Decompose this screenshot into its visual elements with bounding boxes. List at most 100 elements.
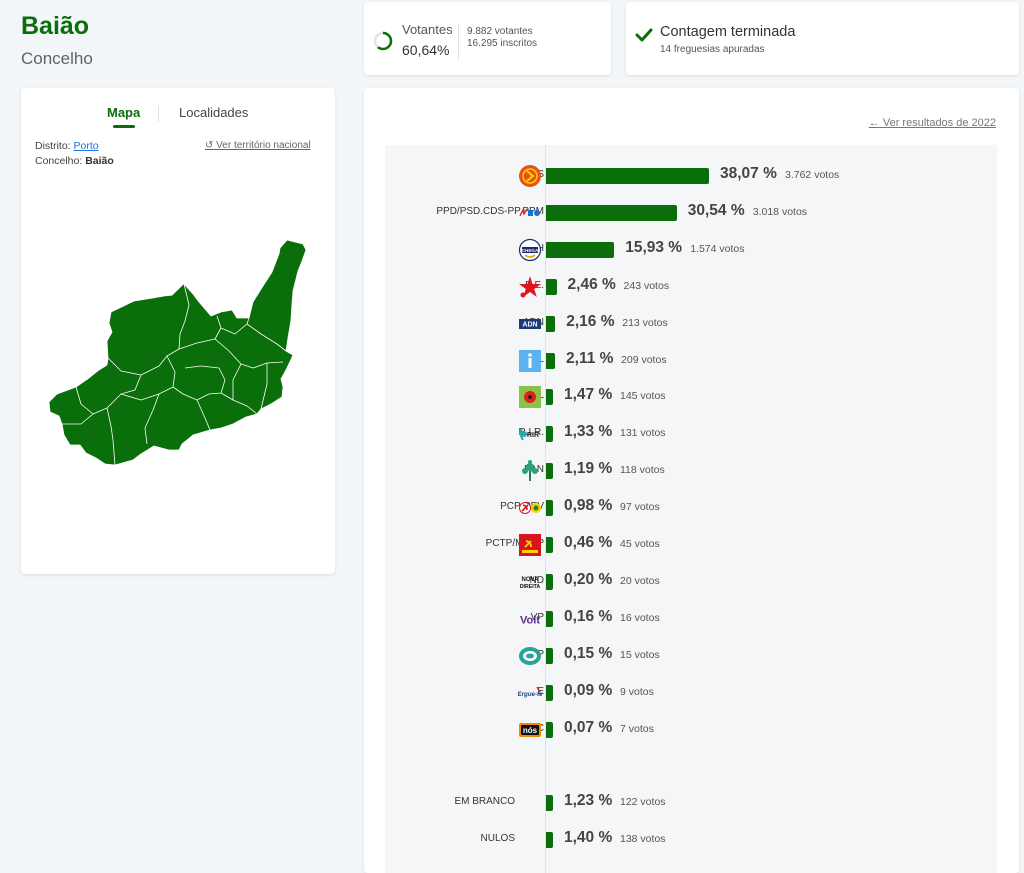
- cdu-icon: [518, 496, 542, 520]
- page-title: Baião: [21, 12, 90, 40]
- result-votes: 213 votos: [622, 316, 668, 329]
- result-bar: [546, 721, 553, 738]
- nc-icon: nós: [518, 718, 542, 742]
- result-percent: 0,20 %: [564, 570, 613, 588]
- result-percent: 1,23 %: [564, 792, 613, 809]
- result-bar: [546, 500, 553, 517]
- livre-icon: [518, 385, 542, 409]
- result-bar: [546, 278, 557, 295]
- result-percent: 38,07 %: [720, 165, 777, 182]
- turnout-voters: 9.882 votantes: [467, 26, 533, 37]
- result-percent: 0,16 %: [564, 607, 613, 625]
- result-votes: 16 votos: [620, 611, 660, 624]
- result-bar: [546, 389, 553, 406]
- result-percent: 0,07 %: [564, 718, 613, 736]
- result-percent: 2,46 %: [567, 275, 616, 293]
- result-row: PS38,07 %3.762 votos: [385, 163, 997, 189]
- party-name: NULOS: [480, 833, 515, 844]
- adn-icon: ADN: [518, 312, 542, 336]
- result-percent: 0,15 %: [564, 644, 613, 662]
- result-votes: 9 votos: [620, 685, 654, 698]
- party-name: EM BRANCO: [454, 796, 515, 807]
- result-bar: [546, 647, 553, 664]
- result-votes: 3.762 votos: [785, 169, 840, 181]
- counting-card: Contagem terminada 14 freguesias apurada…: [626, 2, 1019, 75]
- result-votes: 3.018 votos: [752, 205, 808, 218]
- result-row: B.E.2,46 %243 votos: [385, 274, 997, 300]
- jpp-icon: [518, 644, 542, 668]
- previous-results-link[interactable]: ← Ver resultados de 2022: [869, 117, 996, 129]
- result-row: PCTP/MRPP 0,46 % 45 votos: [385, 532, 997, 558]
- rir-icon: RIR: [518, 422, 542, 446]
- result-percent: 30,54 %: [687, 201, 745, 219]
- counting-title: Contagem terminada: [660, 24, 796, 40]
- result-bar: [546, 315, 556, 332]
- result-bar: [546, 537, 553, 553]
- result-bar: [546, 168, 709, 184]
- be-icon: [518, 275, 542, 299]
- result-bar: [546, 684, 553, 701]
- municipality-map[interactable]: [21, 88, 335, 574]
- result-percent: 0,98 %: [564, 497, 613, 515]
- svg-text:nós: nós: [523, 726, 538, 735]
- page-subtitle: Concelho: [21, 49, 93, 68]
- result-votes: 45 votos: [620, 538, 660, 550]
- result-votes: 243 votos: [623, 279, 670, 292]
- result-votes: 118 votos: [620, 464, 665, 477]
- counting-subtitle: 14 freguesias apuradas: [660, 44, 765, 55]
- result-percent: 1,47 %: [564, 386, 613, 404]
- result-bar: [546, 352, 556, 369]
- result-row: NCnós0,07 %7 votos: [385, 717, 997, 743]
- result-votes: 131 votos: [620, 427, 666, 440]
- ad-icon: [518, 201, 542, 225]
- result-percent: 1,19 %: [564, 460, 613, 478]
- pan-icon: [518, 459, 542, 483]
- svg-text:DIREITA: DIREITA: [520, 584, 541, 590]
- turnout-label: Votantes: [402, 22, 453, 37]
- result-row: PPD/PSD.CDS-PP.PPM 30,54 % 3.018 votos: [385, 200, 997, 226]
- svg-text:ADN: ADN: [522, 321, 537, 328]
- volt-icon: Volt: [518, 607, 542, 631]
- turnout-percent: 60,64%: [402, 42, 450, 58]
- result-row: JPP0,15 %15 votos: [385, 643, 997, 669]
- result-row: L 1,47 % 145 votos: [385, 384, 997, 410]
- result-row: NULOS 1,40 % 138 votos: [385, 827, 997, 853]
- result-bar: [546, 463, 553, 480]
- turnout-registered: 16.295 inscritos: [467, 38, 538, 49]
- results-chart: PS38,07 %3.762 votosPPD/PSD.CDS-PP.PPM30…: [385, 145, 997, 873]
- arrow-left-icon: ←: [868, 117, 880, 129]
- chega-icon: CHEGA: [518, 238, 542, 262]
- result-percent: 15,93 %: [625, 238, 683, 256]
- svg-text:CHEGA: CHEGA: [522, 248, 539, 253]
- result-bar: [546, 832, 553, 848]
- result-percent: 2,11 %: [566, 349, 614, 367]
- result-row: VP Volt 0,16 % 16 votos: [385, 606, 997, 632]
- result-votes: 209 votos: [621, 353, 667, 366]
- result-percent: 2,16 %: [566, 312, 615, 330]
- result-row: PCP-PEV0,98 %97 votos: [385, 495, 997, 521]
- result-bar: [546, 795, 553, 811]
- turnout-divider: [458, 24, 459, 60]
- result-votes: 97 votos: [620, 501, 660, 514]
- result-bar: [546, 426, 553, 443]
- result-votes: 7 votos: [620, 722, 654, 735]
- pctp-icon: [518, 533, 542, 557]
- result-row: EM BRANCO 1,23 % 122 votos: [385, 790, 997, 816]
- result-percent: 1,40 %: [564, 829, 613, 846]
- result-bar: [546, 573, 553, 590]
- turnout-card: Votantes 60,64% 9.882 votantes 16.295 in…: [364, 2, 611, 75]
- result-row: PAN1,19 %118 votos: [385, 458, 997, 484]
- previous-results-label: Ver resultados de 2022: [882, 117, 996, 129]
- result-votes: 122 votos: [620, 796, 666, 808]
- result-votes: 15 votos: [620, 648, 660, 661]
- result-row: ND NOVA DIREITA 0,20 % 20 votos: [385, 569, 997, 595]
- result-percent: 0,09 %: [564, 681, 613, 699]
- svg-text:Volt: Volt: [520, 614, 540, 626]
- result-row: CHCHEGA15,93 %1.574 votos: [385, 237, 997, 263]
- result-percent: 1,33 %: [564, 423, 613, 441]
- result-row: E Ergue-te 0,09 % 9 votos: [385, 680, 997, 706]
- result-percent: 0,46 %: [564, 534, 613, 551]
- il-icon: [518, 349, 542, 373]
- svg-text:RIR: RIR: [527, 432, 539, 439]
- results-panel: ← Ver resultados de 2022 PS38,07 %3.762 …: [364, 88, 1019, 873]
